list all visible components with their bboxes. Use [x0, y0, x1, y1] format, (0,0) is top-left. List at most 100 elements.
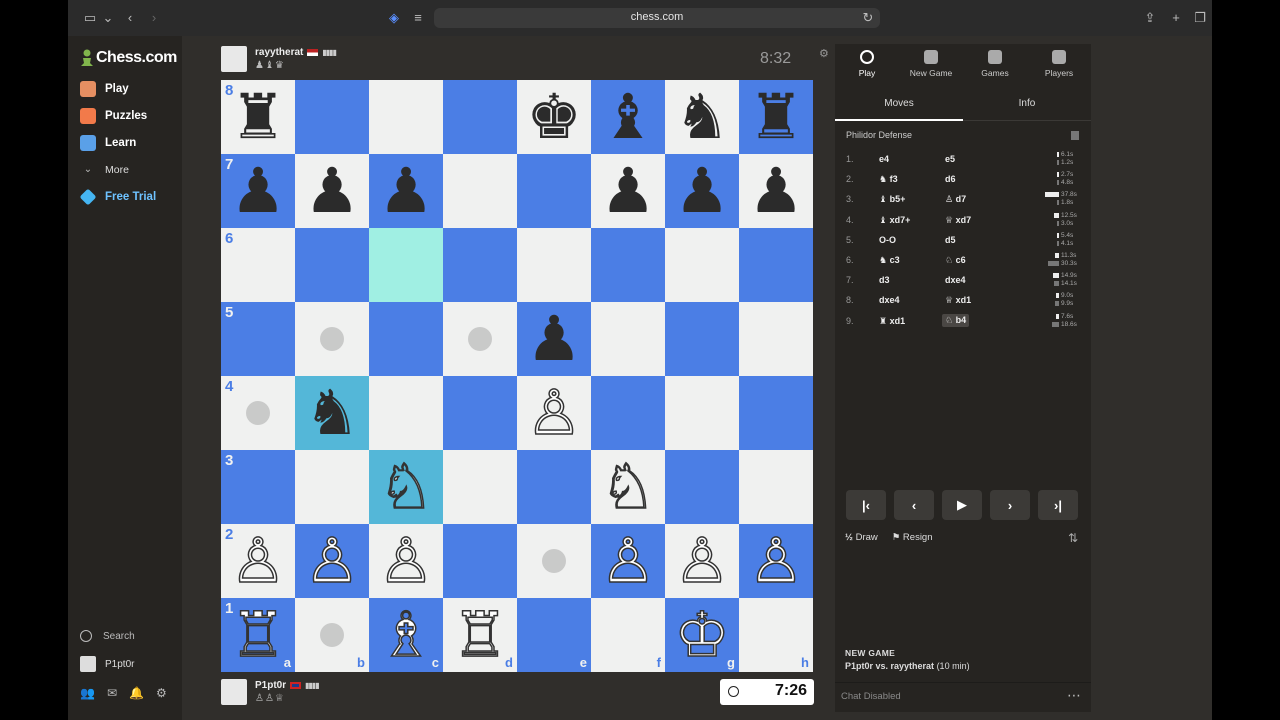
square-g6[interactable] [665, 228, 739, 302]
square-b8[interactable] [295, 80, 369, 154]
square-d3[interactable] [443, 450, 517, 524]
square-a1[interactable]: 1 a ♖ [221, 598, 295, 672]
square-h5[interactable] [739, 302, 813, 376]
tab-info[interactable]: Info [963, 98, 1091, 109]
square-h4[interactable] [739, 376, 813, 450]
sidebar-item-more[interactable]: ⌄ More [80, 159, 129, 181]
move-hint-dot[interactable] [468, 327, 492, 351]
friends-icon[interactable]: 👥 [80, 686, 95, 700]
square-g2[interactable]: ♙ [665, 524, 739, 598]
square-c1[interactable]: c ♗ [369, 598, 443, 672]
share-icon[interactable]: ⇪ [1142, 10, 1158, 26]
square-d4[interactable] [443, 376, 517, 450]
square-g1[interactable]: g ♔ [665, 598, 739, 672]
square-e6[interactable] [517, 228, 591, 302]
avatar[interactable] [221, 46, 247, 72]
square-e1[interactable]: e [517, 598, 591, 672]
more-options-icon[interactable]: ⋯ [1067, 687, 1081, 704]
square-f1[interactable]: f [591, 598, 665, 672]
square-b2[interactable]: ♙ [295, 524, 369, 598]
square-b1[interactable]: b [295, 598, 369, 672]
black-move[interactable]: e5 [945, 154, 955, 164]
bell-icon[interactable]: 🔔 [129, 686, 144, 700]
square-e7[interactable] [517, 154, 591, 228]
white-move[interactable]: ♜ xd1 [879, 316, 905, 327]
chess-board[interactable]: 8 ♜ ♚ ♝ ♞ ♜ 7 ♟ ♟ ♟ ♟ ♟ ♟ 6 5 ♟ 4 ♞ ♙ 3 ♘ ♘ 2 ♙ ♙ ♙ ♙ ♙ ♙ 1 a ♖ b c ♗ d ♖ e f g… [221, 80, 813, 672]
white-piece-c3[interactable]: ♘ [377, 455, 434, 519]
forward-icon[interactable]: › [146, 10, 162, 26]
black-piece-a8[interactable]: ♜ [230, 86, 286, 148]
black-piece-e5[interactable]: ♟ [526, 308, 582, 370]
square-c3[interactable]: ♘ [369, 450, 443, 524]
white-move[interactable]: ♞ f3 [879, 174, 898, 185]
black-piece-b7[interactable]: ♟ [304, 160, 360, 222]
sidebar-item-puzzles[interactable]: Puzzles [80, 105, 147, 127]
new-tab-icon[interactable]: + [1168, 10, 1184, 26]
square-e2[interactable] [517, 524, 591, 598]
square-d2[interactable] [443, 524, 517, 598]
previous-move-button[interactable]: ‹ [894, 490, 934, 520]
back-icon[interactable]: ‹ [122, 10, 138, 26]
square-b7[interactable]: ♟ [295, 154, 369, 228]
square-g7[interactable]: ♟ [665, 154, 739, 228]
move-hint-dot[interactable] [246, 401, 270, 425]
black-move[interactable]: d6 [945, 174, 956, 184]
white-move[interactable]: e4 [879, 154, 889, 164]
square-a4[interactable]: 4 [221, 376, 295, 450]
square-f5[interactable] [591, 302, 665, 376]
square-g3[interactable] [665, 450, 739, 524]
square-c6[interactable] [369, 228, 443, 302]
white-piece-g2[interactable]: ♙ [673, 529, 730, 593]
square-e5[interactable]: ♟ [517, 302, 591, 376]
black-piece-g8[interactable]: ♞ [674, 86, 730, 148]
square-e8[interactable]: ♚ [517, 80, 591, 154]
square-e4[interactable]: ♙ [517, 376, 591, 450]
white-piece-a2[interactable]: ♙ [229, 529, 286, 593]
black-piece-h8[interactable]: ♜ [748, 86, 804, 148]
square-d6[interactable] [443, 228, 517, 302]
square-c7[interactable]: ♟ [369, 154, 443, 228]
black-piece-g7[interactable]: ♟ [674, 160, 730, 222]
white-move[interactable]: O-O [879, 235, 896, 245]
tab-players[interactable]: Players [1027, 50, 1091, 78]
black-move[interactable]: ♘ b4 [942, 313, 970, 327]
square-e3[interactable] [517, 450, 591, 524]
square-a7[interactable]: 7 ♟ [221, 154, 295, 228]
square-d8[interactable] [443, 80, 517, 154]
white-piece-h2[interactable]: ♙ [747, 529, 804, 593]
white-piece-f3[interactable]: ♘ [599, 455, 656, 519]
black-piece-f7[interactable]: ♟ [600, 160, 656, 222]
next-move-button[interactable]: › [990, 490, 1030, 520]
square-f2[interactable]: ♙ [591, 524, 665, 598]
square-f6[interactable] [591, 228, 665, 302]
chevron-down-icon[interactable]: ⌄ [100, 10, 116, 26]
flip-board-icon[interactable]: ⇅ [1068, 531, 1078, 545]
player-name[interactable]: P1pt0r ▮▮▮▮ [255, 680, 320, 691]
last-move-button[interactable]: ›| [1038, 490, 1078, 520]
square-h7[interactable]: ♟ [739, 154, 813, 228]
square-f8[interactable]: ♝ [591, 80, 665, 154]
white-move[interactable]: dxe4 [879, 295, 900, 305]
white-piece-b2[interactable]: ♙ [303, 529, 360, 593]
black-move[interactable]: ♕ xd1 [945, 295, 971, 306]
black-piece-a7[interactable]: ♟ [230, 160, 286, 222]
black-move[interactable]: d5 [945, 235, 956, 245]
square-f3[interactable]: ♘ [591, 450, 665, 524]
square-f7[interactable]: ♟ [591, 154, 665, 228]
square-h2[interactable]: ♙ [739, 524, 813, 598]
draw-button[interactable]: ½ Draw [845, 532, 878, 543]
address-bar[interactable]: chess.com ↻ [434, 8, 880, 28]
mail-icon[interactable]: ✉ [107, 686, 117, 700]
sidebar-item-learn[interactable]: Learn [80, 132, 136, 154]
black-move[interactable]: ♘ c6 [945, 255, 966, 266]
square-h3[interactable] [739, 450, 813, 524]
move-hint-dot[interactable] [320, 327, 344, 351]
reader-icon[interactable]: ≡ [410, 10, 426, 26]
sidebar-search[interactable]: Search [80, 630, 135, 642]
white-piece-d1[interactable]: ♖ [451, 603, 508, 667]
book-icon[interactable] [1071, 131, 1079, 140]
sidebar-item-play[interactable]: Play [80, 78, 129, 100]
square-b5[interactable] [295, 302, 369, 376]
reload-icon[interactable]: ↻ [860, 10, 876, 26]
shield-icon[interactable]: ◈ [386, 10, 402, 26]
